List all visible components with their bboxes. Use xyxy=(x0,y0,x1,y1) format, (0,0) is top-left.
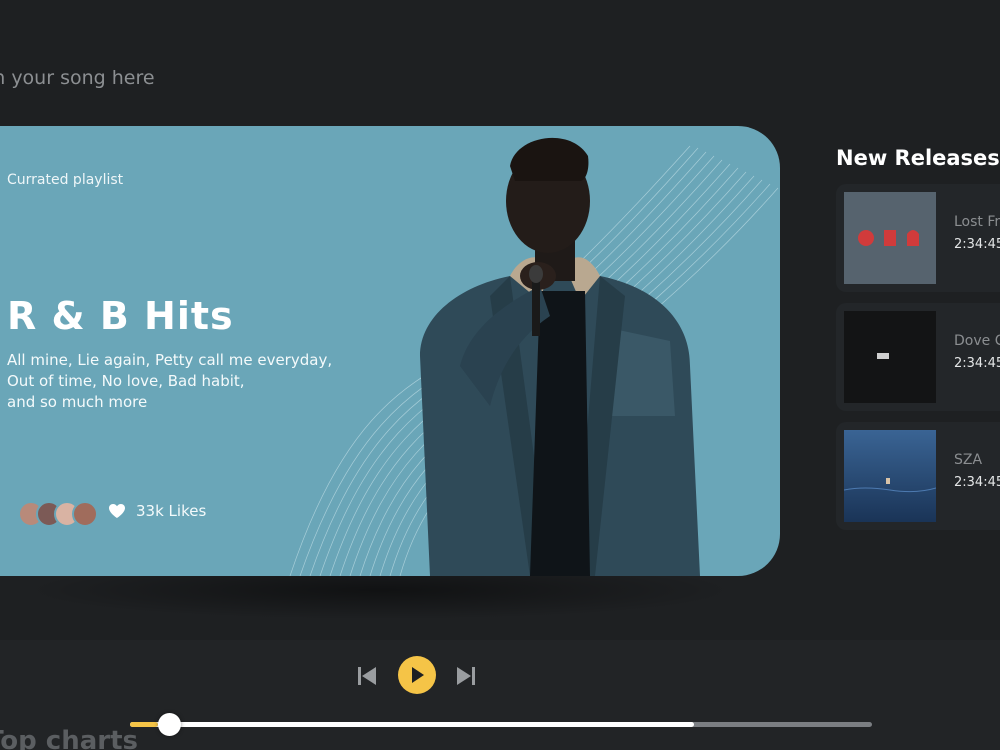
player-bar xyxy=(0,640,1000,750)
progress-thumb[interactable] xyxy=(158,713,181,736)
search-bar[interactable] xyxy=(0,60,320,96)
playlist-description: All mine, Lie again, Petty call me every… xyxy=(7,350,367,413)
release-item[interactable]: SZA 2:34:45 xyxy=(836,422,1000,530)
singer-image xyxy=(420,137,700,576)
next-button[interactable] xyxy=(454,664,478,688)
likes-label: 33k Likes xyxy=(136,502,207,520)
release-item[interactable]: Dove C 2:34:45 xyxy=(836,303,1000,411)
likes-count[interactable]: 33k Likes xyxy=(108,502,206,520)
curated-playlist-card[interactable]: Currated playlist R & B Hits All mine, L… xyxy=(0,126,780,576)
heart-icon[interactable] xyxy=(108,503,126,519)
release-duration: 2:34:45 xyxy=(954,356,1000,371)
release-name: Lost Fr xyxy=(954,214,1000,230)
album-art xyxy=(844,311,936,403)
album-cover xyxy=(844,430,936,522)
top-charts-title: Top charts xyxy=(0,726,139,750)
play-button[interactable] xyxy=(398,656,436,694)
release-duration: 2:34:45 xyxy=(954,475,1000,490)
skip-previous-icon xyxy=(358,667,376,685)
description-line: Out of time, No love, Bad habit, xyxy=(7,372,245,390)
previous-button[interactable] xyxy=(355,664,379,688)
release-item[interactable]: Lost Fr 2:34:45 xyxy=(836,184,1000,292)
progress-fill xyxy=(130,722,694,727)
avatar xyxy=(72,501,98,527)
playlist-title: R & B Hits xyxy=(7,294,234,338)
description-line: and so much more xyxy=(7,393,148,411)
play-icon xyxy=(412,667,424,683)
playlist-label: Currated playlist xyxy=(7,172,124,188)
skip-next-icon xyxy=(457,667,475,685)
release-name: SZA xyxy=(954,452,983,468)
album-art xyxy=(844,430,936,522)
new-releases-title: New Releases xyxy=(836,146,1000,170)
album-cover xyxy=(844,311,936,403)
album-art xyxy=(844,192,936,284)
description-line: All mine, Lie again, Petty call me every… xyxy=(7,351,333,369)
release-name: Dove C xyxy=(954,333,1000,349)
search-input[interactable] xyxy=(0,67,320,89)
release-duration: 2:34:45 xyxy=(954,237,1000,252)
music-app: Currated playlist R & B Hits All mine, L… xyxy=(0,0,1000,750)
album-cover xyxy=(844,192,936,284)
progress-track[interactable] xyxy=(130,713,872,736)
listener-avatars[interactable] xyxy=(18,501,98,527)
